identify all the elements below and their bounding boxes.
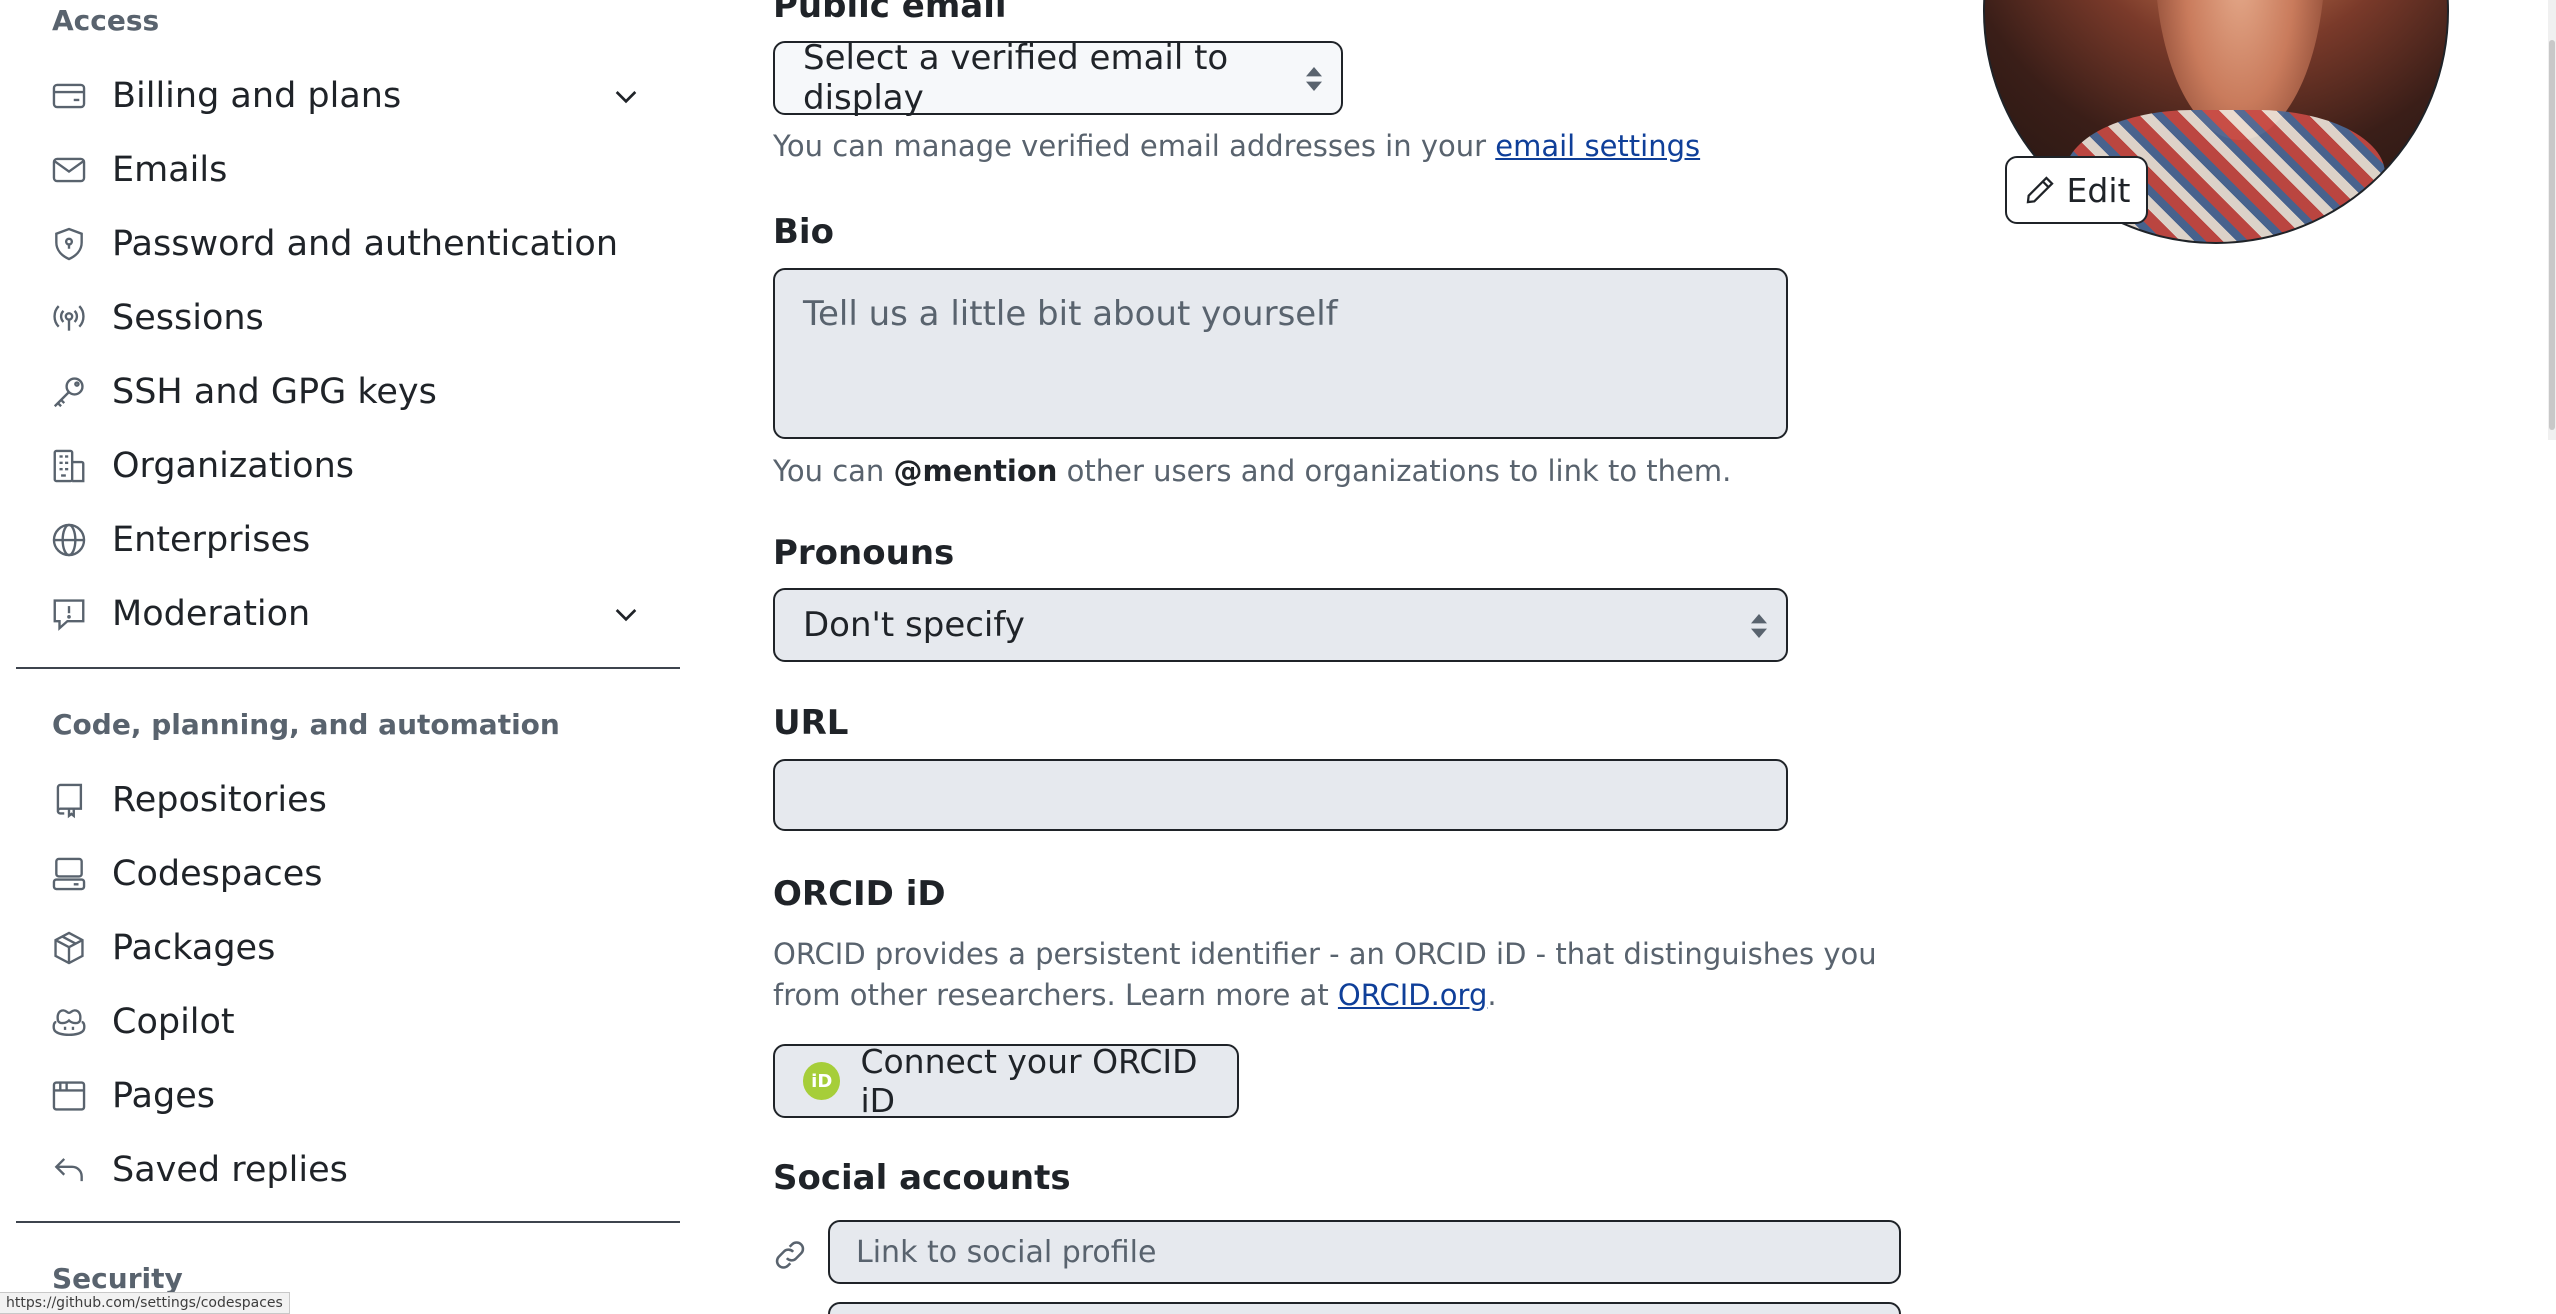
select-arrows-icon [1751, 614, 1767, 638]
sidebar-item-password[interactable]: Password and authentication [16, 212, 680, 276]
pronouns-label: Pronouns [773, 533, 955, 573]
orcid-org-link[interactable]: ORCID.org [1338, 978, 1487, 1012]
url-input[interactable] [773, 759, 1788, 831]
sidebar-item-label: Repositories [112, 780, 327, 820]
settings-page: Access Billing and plans Emails Password… [0, 0, 2556, 1314]
bio-note-mention: @mention [893, 454, 1058, 488]
public-email-label: Public email [773, 0, 1007, 26]
sidebar-item-enterprises[interactable]: Enterprises [16, 508, 680, 572]
sidebar-item-label: Moderation [112, 594, 311, 634]
sidebar-item-saved-replies[interactable]: Saved replies [16, 1138, 680, 1202]
social-profile-input-1[interactable]: Link to social profile [828, 1220, 1901, 1284]
public-email-select-value: Select a verified email to display [803, 38, 1229, 118]
sidebar-item-pages[interactable]: Pages [16, 1064, 680, 1128]
select-arrows-icon [1306, 67, 1322, 91]
sidebar-item-label: Codespaces [112, 854, 323, 894]
url-label: URL [773, 703, 849, 743]
orcid-note-suffix: . [1487, 978, 1497, 1012]
edit-avatar-label: Edit [2066, 170, 2131, 210]
status-bar-url: https://github.com/settings/codespaces [0, 1292, 290, 1314]
orcid-label: ORCID iD [773, 874, 946, 914]
key-icon [50, 373, 88, 411]
sidebar-item-packages[interactable]: Packages [16, 916, 680, 980]
sidebar-item-label: SSH and GPG keys [112, 372, 437, 412]
sidebar-item-emails[interactable]: Emails [16, 138, 680, 202]
bio-placeholder: Tell us a little bit about yourself [803, 294, 1338, 334]
orcid-note-text: ORCID provides a persistent identifier -… [773, 937, 1877, 1012]
social-accounts-label: Social accounts [773, 1158, 1071, 1198]
link-icon [775, 1241, 805, 1269]
sidebar-item-label: Saved replies [112, 1150, 348, 1190]
sidebar-item-codespaces[interactable]: Codespaces [16, 842, 680, 906]
sidebar-divider [16, 667, 680, 669]
bio-note: You can @mention other users and organiz… [773, 451, 1731, 492]
connect-orcid-label: Connect your ORCID iD [860, 1042, 1198, 1120]
pencil-icon [2026, 176, 2054, 204]
social-profile-input-2[interactable] [828, 1302, 1901, 1314]
sidebar-item-label: Organizations [112, 446, 354, 486]
bio-note-suffix: other users and organizations to link to… [1057, 454, 1732, 488]
package-icon [50, 929, 88, 967]
public-email-select[interactable]: Select a verified email to display [773, 38, 1343, 118]
sidebar-item-organizations[interactable]: Organizations [16, 434, 680, 498]
code-planning-heading: Code, planning, and automation [52, 708, 560, 741]
credit-card-icon [50, 77, 88, 115]
public-email-note: You can manage verified email addresses … [773, 126, 1700, 167]
orcid-note: ORCID provides a persistent identifier -… [773, 934, 1923, 1016]
shield-lock-icon [50, 225, 88, 263]
mail-icon [50, 151, 88, 189]
reply-icon [50, 1151, 88, 1189]
bio-textarea[interactable]: Tell us a little bit about yourself [773, 268, 1788, 439]
chevron-down-icon[interactable] [610, 598, 642, 630]
bio-note-prefix: You can [773, 454, 894, 488]
bio-label: Bio [773, 212, 834, 252]
broadcast-icon [50, 299, 88, 337]
orcid-logo-icon: iD [803, 1062, 841, 1100]
browser-icon [50, 1077, 88, 1115]
codespaces-icon [50, 855, 88, 893]
email-settings-link[interactable]: email settings [1495, 129, 1700, 163]
page-scrollbar-thumb[interactable] [2549, 40, 2555, 430]
copilot-icon [50, 1003, 88, 1041]
access-heading: Access [52, 4, 160, 37]
connect-orcid-button[interactable]: iD Connect your ORCID iD [773, 1042, 1239, 1120]
sidebar-item-label: Billing and plans [112, 76, 402, 116]
sidebar-item-label: Password and authentication [112, 224, 619, 264]
organization-icon [50, 447, 88, 485]
sidebar-divider [16, 1221, 680, 1223]
sidebar-item-billing[interactable]: Billing and plans [16, 64, 680, 128]
public-email-note-text: You can manage verified email addresses … [773, 129, 1496, 163]
sidebar-item-label: Pages [112, 1076, 215, 1116]
report-icon [50, 595, 88, 633]
sidebar-item-ssh-keys[interactable]: SSH and GPG keys [16, 360, 680, 424]
sidebar-item-copilot[interactable]: Copilot [16, 990, 680, 1054]
pronouns-select[interactable]: Don't specify [773, 588, 1788, 662]
chevron-down-icon[interactable] [610, 80, 642, 112]
social-profile-placeholder: Link to social profile [856, 1234, 1157, 1270]
sidebar-item-label: Copilot [112, 1002, 235, 1042]
settings-sidebar: Access Billing and plans Emails Password… [0, 0, 690, 1314]
sidebar-item-repositories[interactable]: Repositories [16, 768, 680, 832]
security-heading: Security [52, 1262, 183, 1295]
sidebar-item-label: Packages [112, 928, 276, 968]
edit-avatar-button[interactable]: Edit [2005, 156, 2148, 224]
sidebar-item-moderation[interactable]: Moderation [16, 582, 680, 646]
repo-icon [50, 781, 88, 819]
sidebar-item-label: Sessions [112, 298, 264, 338]
globe-icon [50, 521, 88, 559]
sidebar-item-label: Enterprises [112, 520, 311, 560]
sidebar-item-sessions[interactable]: Sessions [16, 286, 680, 350]
pronouns-select-value: Don't specify [803, 605, 1025, 645]
sidebar-item-label: Emails [112, 150, 228, 190]
